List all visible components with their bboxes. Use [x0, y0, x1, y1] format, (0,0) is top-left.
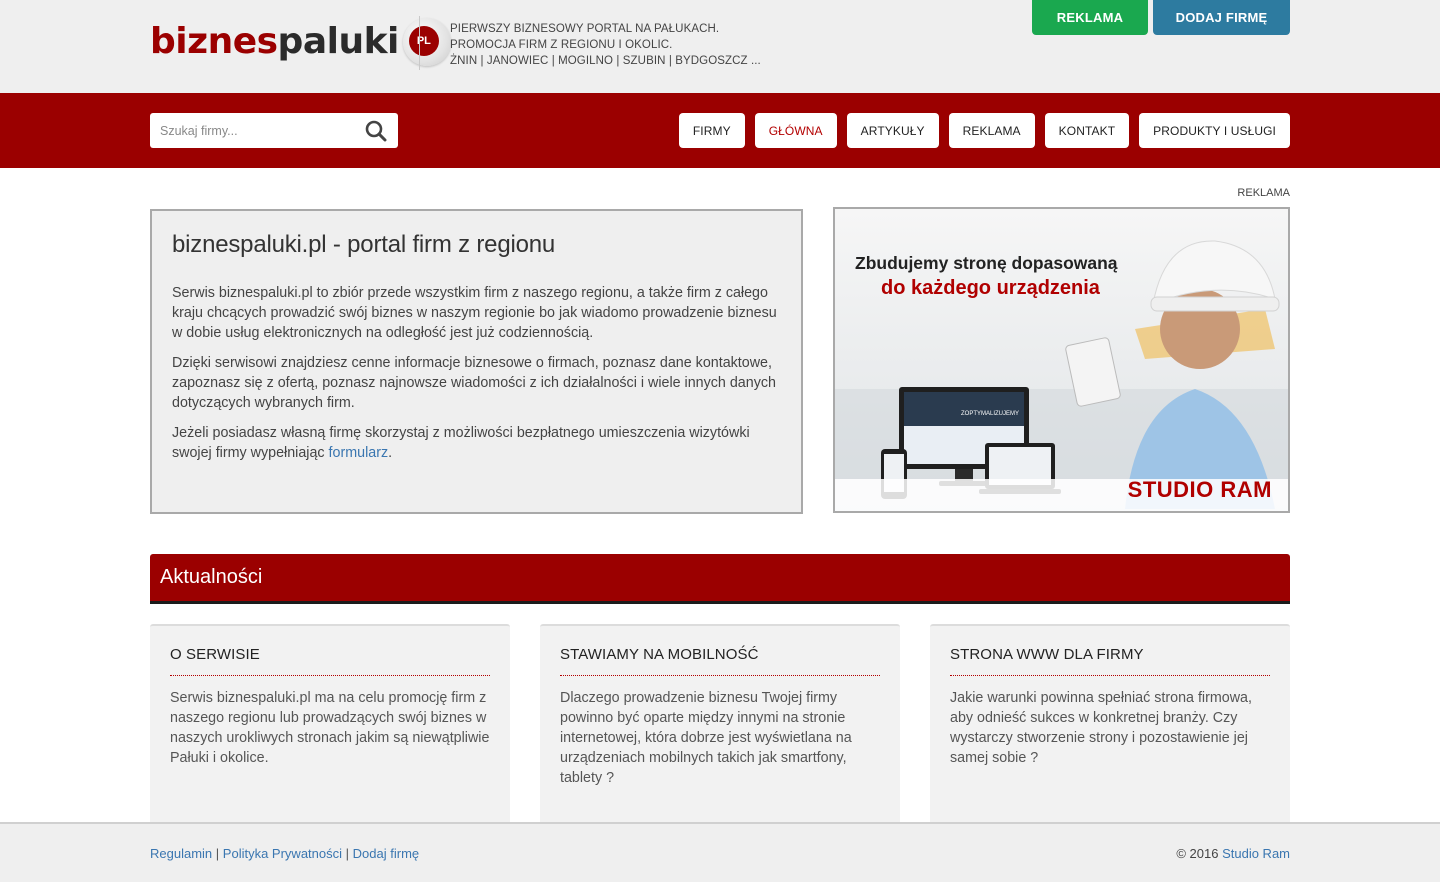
- footer-link-regulamin[interactable]: Regulamin: [150, 846, 212, 861]
- news-card-o-serwisie[interactable]: O SERWISIE Serwis biznespaluki.pl ma na …: [150, 624, 510, 822]
- intro-title: biznespaluki.pl - portal firm z regionu: [172, 231, 556, 258]
- footer-separator: |: [215, 846, 220, 861]
- footer: Regulamin | Polityka Prywatności | Dodaj…: [0, 822, 1440, 882]
- intro-paragraph-3-end: .: [388, 445, 393, 461]
- footer-links: Regulamin | Polityka Prywatności | Dodaj…: [150, 846, 419, 861]
- ad-label: REKLAMA: [1237, 187, 1290, 199]
- nav-item-kontakt[interactable]: KONTAKT: [1044, 113, 1130, 148]
- search-icon[interactable]: [364, 119, 388, 143]
- logo-part-paluki: paluki: [277, 21, 400, 62]
- footer-separator: |: [345, 846, 350, 861]
- intro-paragraph-2: Dzięki serwisowi znajdziesz cenne inform…: [172, 355, 776, 411]
- news-card-mobilnosc[interactable]: STAWIAMY NA MOBILNOŚĆ Dlaczego prowadzen…: [540, 624, 900, 822]
- nav-item-reklama[interactable]: REKLAMA: [948, 113, 1035, 148]
- news-title: Aktualności: [160, 566, 263, 588]
- news-card-title[interactable]: STRONA WWW DLA FIRMY: [950, 646, 1270, 676]
- footer-link-polityka[interactable]: Polityka Prywatności: [223, 846, 342, 861]
- copyright-text: © 2016: [1176, 846, 1219, 861]
- news-card-strona-www[interactable]: STRONA WWW DLA FIRMY Jakie warunki powin…: [930, 624, 1290, 822]
- main-nav: FIRMY GŁÓWNA ARTYKUŁY REKLAMA KONTAKT PR…: [0, 93, 1440, 168]
- news-card-title[interactable]: O SERWISIE: [170, 646, 490, 676]
- tagline-line-1: PIERWSZY BIZNESOWY PORTAL NA PAŁUKACH.: [450, 23, 720, 35]
- logo-badge-icon: PL: [402, 18, 451, 66]
- logo-badge-text: PL: [408, 26, 439, 56]
- reklama-button[interactable]: REKLAMA: [1032, 0, 1148, 35]
- studio-ram-link[interactable]: Studio Ram: [1222, 846, 1290, 861]
- news-section-header: Aktualności: [150, 554, 1290, 604]
- nav-item-firmy[interactable]: FIRMY: [678, 113, 745, 148]
- banner-headline-2: do każdego urządzenia: [881, 277, 1100, 299]
- intro-paragraph-3-text: Jeżeli posiadasz własną firmę skorzystaj…: [172, 425, 750, 461]
- logo-text: biznespaluki: [150, 24, 399, 60]
- banner-headline-1: Zbudujemy stronę dopasowaną: [855, 253, 1118, 273]
- intro-box: biznespaluki.pl - portal firm z regionu …: [150, 209, 803, 514]
- header-divider: [419, 16, 420, 70]
- nav-menu: FIRMY GŁÓWNA ARTYKUŁY REKLAMA KONTAKT PR…: [678, 113, 1290, 148]
- form-link[interactable]: formularz: [329, 445, 389, 461]
- banner-brand: STUDIO RAM: [1127, 477, 1272, 502]
- banner-screen-text: ZOPTYMALIZUJEMY: [961, 411, 1019, 417]
- news-card-text: Jakie warunki powinna spełniać strona fi…: [950, 690, 1252, 766]
- top-header: biznespaluki PL PIERWSZY BIZNESOWY PORTA…: [0, 0, 1440, 93]
- footer-link-dodaj-firme[interactable]: Dodaj firmę: [353, 846, 419, 861]
- footer-copyright: © 2016 Studio Ram: [1176, 846, 1290, 861]
- intro-paragraph-3: Jeżeli posiadasz własną firmę skorzystaj…: [172, 423, 781, 463]
- news-card-text: Dlaczego prowadzenie biznesu Twojej firm…: [560, 690, 852, 786]
- tagline-line-2: PROMOCJA FIRM Z REGIONU I OKOLIC.: [450, 39, 673, 51]
- tagline-line-3: ŻNIN | JANOWIEC | MOGILNO | SZUBIN | BYD…: [450, 55, 761, 67]
- news-card-title[interactable]: STAWIAMY NA MOBILNOŚĆ: [560, 646, 880, 676]
- logo-part-biznes: biznes: [150, 21, 278, 62]
- ad-banner[interactable]: ZOPTYMALIZUJEMY Zbudujemy stronę dopasow…: [833, 207, 1290, 513]
- search-input[interactable]: [150, 123, 350, 138]
- news-card-text: Serwis biznespaluki.pl ma na celu promoc…: [170, 690, 490, 766]
- site-logo[interactable]: biznespaluki PL: [150, 18, 451, 66]
- nav-item-produkty[interactable]: PRODUKTY I USŁUGI: [1139, 113, 1290, 148]
- search-box: [150, 113, 398, 148]
- intro-paragraph-1: Serwis biznespaluki.pl to zbiór przede w…: [172, 285, 777, 341]
- nav-item-artykuly[interactable]: ARTYKUŁY: [846, 113, 939, 148]
- nav-item-glowna[interactable]: GŁÓWNA: [754, 113, 837, 148]
- tagline: PIERWSZY BIZNESOWY PORTAL NA PAŁUKACH. P…: [450, 21, 761, 69]
- add-company-button[interactable]: DODAJ FIRMĘ: [1153, 0, 1290, 35]
